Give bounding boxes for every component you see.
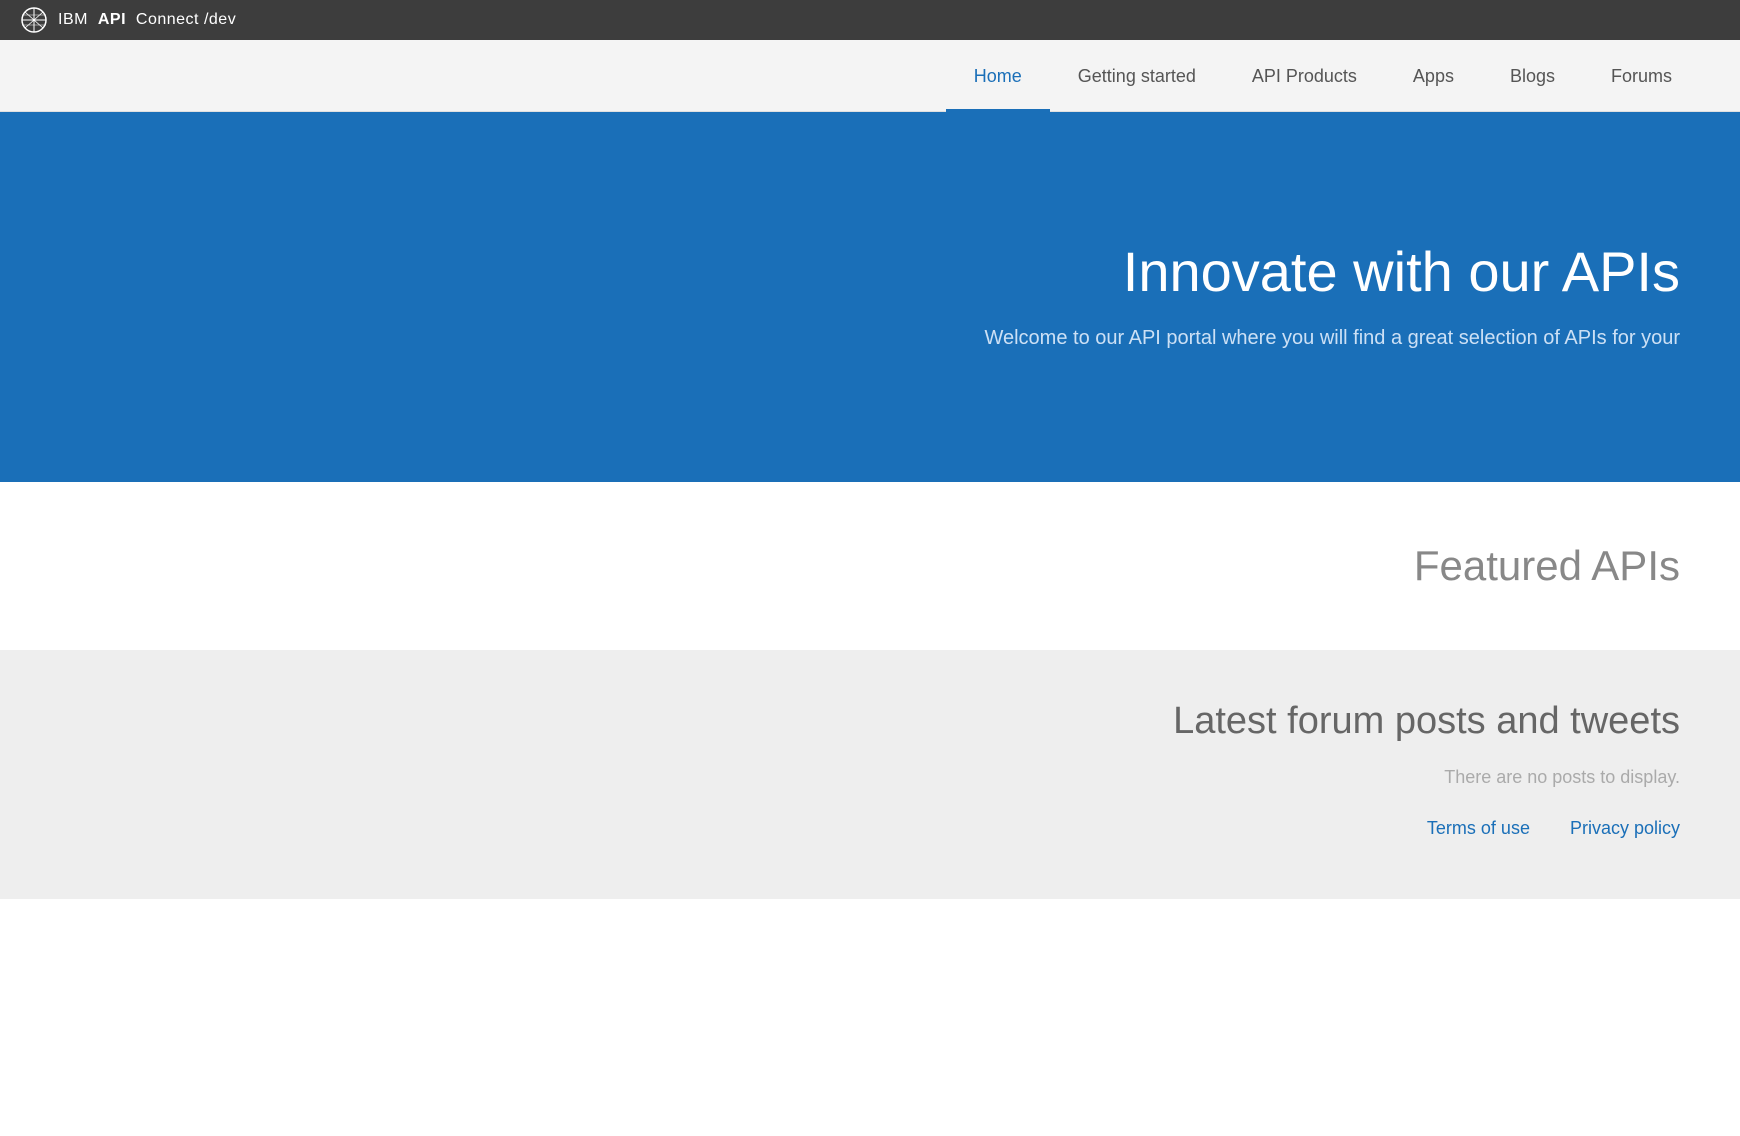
- nav-link-forums[interactable]: Forums: [1583, 40, 1700, 112]
- nav-item-blogs[interactable]: Blogs: [1482, 40, 1583, 112]
- forum-title: Latest forum posts and tweets: [1173, 700, 1680, 743]
- nav-link-apps[interactable]: Apps: [1385, 40, 1482, 112]
- nav-item-api-products[interactable]: API Products: [1224, 40, 1385, 112]
- topbar-title: IBM API Connect /dev: [58, 11, 236, 29]
- terms-of-use-link[interactable]: Terms of use: [1427, 818, 1530, 839]
- nav-item-apps[interactable]: Apps: [1385, 40, 1482, 112]
- forum-section: Latest forum posts and tweets There are …: [0, 650, 1740, 899]
- nav-item-forums[interactable]: Forums: [1583, 40, 1700, 112]
- hero-content: Innovate with our APIs Welcome to our AP…: [984, 241, 1680, 353]
- nav-list: Home Getting started API Products Apps B…: [946, 40, 1700, 112]
- navbar: Home Getting started API Products Apps B…: [0, 40, 1740, 112]
- footer-space: [0, 899, 1740, 1059]
- connect-text: Connect: [136, 11, 199, 28]
- nav-link-getting-started[interactable]: Getting started: [1050, 40, 1224, 112]
- featured-apis-title: Featured APIs: [1414, 542, 1680, 590]
- hero-title: Innovate with our APIs: [984, 241, 1680, 303]
- forum-links: Terms of use Privacy policy: [1427, 818, 1680, 839]
- hero-section: Innovate with our APIs Welcome to our AP…: [0, 112, 1740, 482]
- forum-empty-message: There are no posts to display.: [1444, 767, 1680, 788]
- dev-text: /dev: [204, 11, 236, 28]
- nav-link-home[interactable]: Home: [946, 40, 1050, 112]
- privacy-policy-link[interactable]: Privacy policy: [1570, 818, 1680, 839]
- ibm-text: IBM: [58, 11, 88, 28]
- nav-link-blogs[interactable]: Blogs: [1482, 40, 1583, 112]
- nav-item-home[interactable]: Home: [946, 40, 1050, 112]
- topbar-logo: IBM API Connect /dev: [20, 6, 236, 34]
- topbar: IBM API Connect /dev: [0, 0, 1740, 40]
- api-text: API: [98, 11, 126, 28]
- nav-link-api-products[interactable]: API Products: [1224, 40, 1385, 112]
- hero-subtitle: Welcome to our API portal where you will…: [984, 323, 1680, 353]
- featured-apis-section: Featured APIs: [0, 482, 1740, 650]
- nav-item-getting-started[interactable]: Getting started: [1050, 40, 1224, 112]
- ibm-logo-icon: [20, 6, 48, 34]
